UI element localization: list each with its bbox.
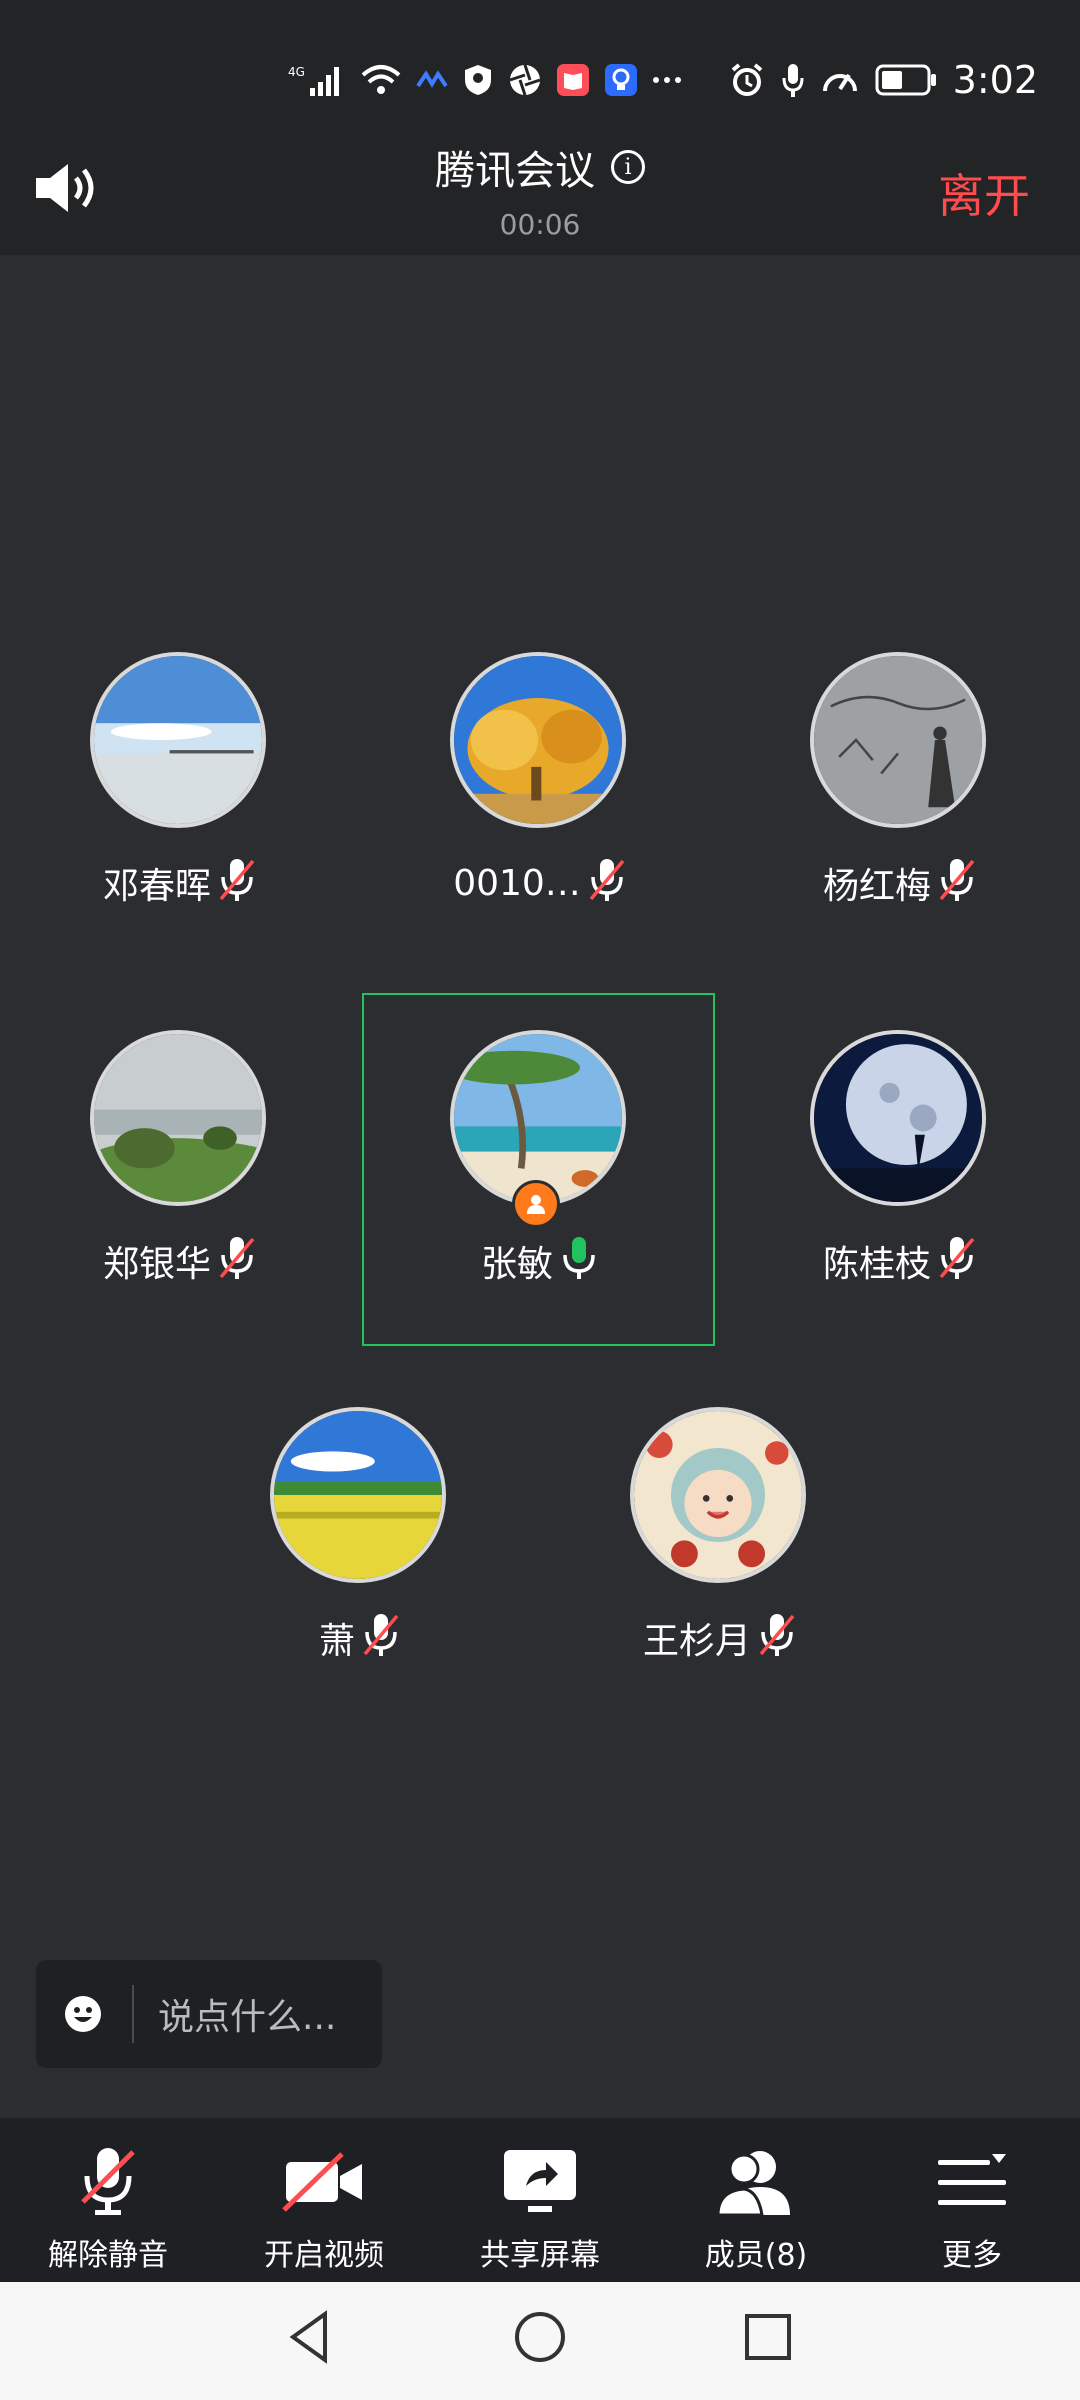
chat-input[interactable]: 说点什么... [36, 1960, 382, 2068]
meeting-toolbar: 解除静音 开启视频 共享屏幕 成员(8) 更多 [0, 2118, 1080, 2282]
start-video-label: 开启视频 [264, 2238, 384, 2273]
mic-muted-icon [587, 857, 627, 909]
alarm-icon [729, 62, 765, 98]
emoji-icon[interactable] [64, 1995, 102, 2033]
more-menu-icon [930, 2146, 1014, 2218]
participant-avatar [90, 1030, 266, 1206]
home-icon[interactable] [505, 2302, 575, 2372]
participant-name-row: 邓春晖 [0, 857, 360, 909]
share-screen-icon [498, 2146, 582, 2218]
signal-icon: 4G [288, 62, 346, 98]
back-icon[interactable] [275, 2302, 345, 2372]
members-label: 成员(8) [704, 2238, 808, 2273]
recents-icon[interactable] [733, 2302, 803, 2372]
participant-name: 杨红梅 [822, 866, 931, 907]
mic-muted-icon [217, 1235, 257, 1287]
svg-text:4G: 4G [288, 65, 305, 79]
unmute-button[interactable]: 解除静音 [0, 2118, 216, 2282]
title-area: 腾讯会议 i 00:06 [0, 138, 1080, 241]
host-badge-icon [512, 1180, 560, 1228]
participant-name: 0010… [453, 862, 581, 904]
meeting-timer: 00:06 [499, 208, 581, 241]
system-navigation-bar [0, 2282, 1080, 2400]
book-icon [556, 63, 590, 97]
participant-name-row: 0010… [360, 857, 720, 909]
mic-muted-icon [937, 1235, 977, 1287]
participant-avatar [810, 1030, 986, 1206]
mic-muted-icon [66, 2146, 150, 2218]
more-label: 更多 [942, 2238, 1002, 2273]
members-icon [714, 2146, 798, 2218]
status-bar: 4G 3:02 [0, 0, 1080, 130]
mic-active-icon [559, 1235, 599, 1287]
info-icon[interactable]: i [611, 150, 645, 184]
participant-avatar [90, 652, 266, 828]
participant-name: 王杉月 [642, 1621, 751, 1662]
participant-name-row: 杨红梅 [720, 857, 1080, 909]
share-screen-label: 共享屏幕 [480, 2238, 600, 2273]
mic-muted-icon [217, 857, 257, 909]
participant-tile[interactable]: 张敏 [360, 1030, 720, 1390]
mic-muted-icon [361, 1612, 401, 1664]
participant-name: 陈桂枝 [822, 1244, 931, 1285]
participant-avatar [450, 652, 626, 828]
swiftkey-icon [416, 68, 448, 92]
status-right: 3:02 [729, 52, 1038, 108]
meeting-header: 腾讯会议 i 00:06 离开 [0, 130, 1080, 255]
clock-time: 3:02 [952, 58, 1038, 102]
participant-name: 邓春晖 [102, 866, 211, 907]
chat-divider [132, 1985, 134, 2043]
mic-icon [781, 62, 805, 98]
participant-avatar [810, 652, 986, 828]
leave-button[interactable]: 离开 [938, 160, 1030, 226]
wifi-icon [360, 63, 402, 97]
meeting-title-text: 腾讯会议 [435, 148, 595, 194]
participant-name-row: 王杉月 [540, 1612, 900, 1664]
participant-name: 萧 [318, 1621, 355, 1662]
participant-tile[interactable]: 陈桂枝 [720, 1030, 1080, 1390]
aperture-icon [508, 63, 542, 97]
participant-name-row: 郑银华 [0, 1235, 360, 1287]
bulb-icon [604, 63, 638, 97]
speed-icon [821, 63, 859, 97]
participant-tile[interactable]: 邓春晖 [0, 652, 360, 1012]
members-button[interactable]: 成员(8) [648, 2118, 864, 2282]
share-screen-button[interactable]: 共享屏幕 [432, 2118, 648, 2282]
more-icon [652, 75, 682, 85]
participant-tile[interactable]: 杨红梅 [720, 652, 1080, 1012]
participant-name-row: 陈桂枝 [720, 1235, 1080, 1287]
start-video-button[interactable]: 开启视频 [216, 2118, 432, 2282]
mic-muted-icon [757, 1612, 797, 1664]
participant-tile[interactable]: 王杉月 [540, 1407, 900, 1767]
chat-placeholder: 说点什么... [158, 1997, 337, 2038]
participant-name: 张敏 [480, 1244, 553, 1285]
unmute-label: 解除静音 [48, 2238, 168, 2273]
participant-tile[interactable]: 郑银华 [0, 1030, 360, 1390]
participant-tile[interactable]: 萧 [180, 1407, 540, 1767]
participant-avatar [630, 1407, 806, 1583]
participant-name-row: 萧 [180, 1612, 540, 1664]
battery-icon [875, 64, 937, 96]
status-icons: 4G [288, 56, 682, 104]
more-button[interactable]: 更多 [864, 2118, 1080, 2282]
participant-tile[interactable]: 0010… [360, 652, 720, 1012]
participant-avatar [270, 1407, 446, 1583]
mic-muted-icon [937, 857, 977, 909]
participant-name-row: 张敏 [360, 1235, 720, 1287]
video-off-icon [282, 2146, 366, 2218]
participant-name: 郑银华 [102, 1244, 211, 1285]
meeting-title[interactable]: 腾讯会议 i [435, 138, 645, 196]
shield-icon [462, 63, 494, 97]
